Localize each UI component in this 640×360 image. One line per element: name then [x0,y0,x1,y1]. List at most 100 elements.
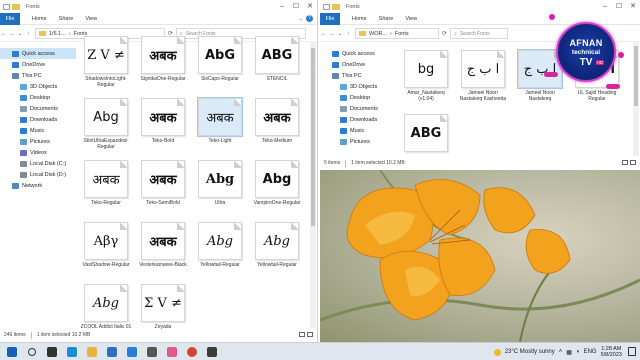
forward-arrow-icon[interactable]: → [328,31,336,37]
font-file-tile[interactable]: Abg StintUltraExpanded-Regular [80,98,132,160]
nav-item-this-pc[interactable]: This PC [320,70,396,81]
nav-item-3d-objects[interactable]: 3D Objects [320,81,396,92]
tab-view[interactable]: View [405,16,417,22]
vertical-scrollbar[interactable] [633,42,639,156]
font-file-tile[interactable]: Abg Ultra [194,160,246,222]
font-file-tile[interactable]: अबक Teko-Bold [137,98,189,160]
chrome-icon[interactable] [182,343,202,360]
forward-arrow-icon[interactable]: → [8,31,16,37]
breadcrumb-current[interactable]: Fonts [395,31,409,37]
scrollbar-thumb[interactable] [634,46,638,106]
network-icon[interactable]: ▦ [566,349,572,356]
up-arrow-icon[interactable]: ↑ [24,31,32,37]
nav-item-music[interactable]: Music [0,125,76,136]
nav-item-videos[interactable]: Videos [0,147,76,158]
edge-icon[interactable] [62,343,82,360]
recent-chevron-icon[interactable]: ⌄ [16,30,24,37]
tab-view[interactable]: View [85,16,97,22]
details-view-icon[interactable] [622,160,628,165]
tab-share[interactable]: Share [379,16,394,22]
nav-item-this-pc[interactable]: This PC [0,70,76,81]
properties-icon[interactable] [3,3,10,10]
font-file-tile[interactable]: bg Amar_Nastaleeq (v1.04) [400,50,452,112]
title-bar[interactable]: Fonts – ☐ ✕ [320,0,640,13]
nav-item-pictures[interactable]: Pictures [320,136,396,147]
details-view-icon[interactable] [299,332,305,337]
scrollbar-thumb[interactable] [311,48,315,226]
nav-item-local-disk-c[interactable]: Local Disk (C:) [0,158,76,169]
language-indicator[interactable]: ENG [584,349,597,355]
nav-item-local-disk-d[interactable]: Local Disk (D:) [0,169,76,180]
clock[interactable]: 1:28 AM 5/8/2023 [601,346,622,358]
nav-item-documents[interactable]: Documents [320,103,396,114]
tab-home[interactable]: Home [32,16,47,22]
font-file-tile[interactable]: अबक Teko-SemiBold [137,160,189,222]
back-arrow-icon[interactable]: ← [0,31,8,37]
font-file-tile[interactable]: Z V ≠ ShadowsIntoLight-Regular [80,36,132,98]
app-icon-1[interactable] [142,343,162,360]
nav-item-downloads[interactable]: Downloads [320,114,396,125]
font-file-tile[interactable]: Abg VampiroOne-Regular [251,160,303,222]
maximize-button[interactable]: ☐ [612,0,626,13]
large-icons-view-icon[interactable] [307,332,313,337]
search-box[interactable]: ⌕ Search Fonts [450,28,509,39]
title-bar[interactable]: Fonts – ☐ ✕ [0,0,317,13]
font-file-tile[interactable]: अबक SignikaOne-Regular [137,36,189,98]
notification-icon[interactable] [628,347,636,356]
tab-file[interactable]: File [0,12,20,25]
nav-item-downloads[interactable]: Downloads [0,114,76,125]
nav-item-3d-objects[interactable]: 3D Objects [0,81,76,92]
app-icon-3[interactable] [202,343,222,360]
nav-item-quick-access[interactable]: Quick access [0,48,76,59]
task-view-icon[interactable] [42,343,62,360]
font-file-tile[interactable]: अबक Vesterkamaree-Black [137,222,189,284]
nav-item-onedrive[interactable]: OneDrive [320,59,396,70]
breadcrumb-parent[interactable]: 1/6.1... [49,31,66,37]
nav-item-network[interactable]: Network [0,180,76,191]
font-file-tile[interactable]: AbG SixCaps-Regular [194,36,246,98]
maximize-button[interactable]: ☐ [289,0,303,13]
font-file-tile[interactable]: अबक Teko-Regular [80,160,132,222]
windows-start-icon[interactable] [2,343,22,360]
minimize-button[interactable]: – [275,0,289,13]
nav-item-documents[interactable]: Documents [0,103,76,114]
weather-icon[interactable] [493,348,501,356]
store-icon[interactable] [102,343,122,360]
mail-icon[interactable] [122,343,142,360]
tray-chevron-icon[interactable]: ˄ [559,349,563,355]
search-icon[interactable] [22,343,42,360]
font-file-tile[interactable]: ABG STENCIL [251,36,303,98]
recent-chevron-icon[interactable]: ⌄ [336,30,344,37]
close-button[interactable]: ✕ [303,0,317,13]
font-file-tile[interactable]: अबक Teko-Medium [251,98,303,160]
refresh-icon[interactable]: ⟳ [442,30,447,37]
large-icons-view-icon[interactable] [630,160,636,165]
tab-share[interactable]: Share [59,16,74,22]
font-file-tile[interactable]: Abg Yellowtail-Regular [194,222,246,284]
breadcrumb-parent[interactable]: WOR... [369,31,387,37]
app-icon-2[interactable] [162,343,182,360]
up-arrow-icon[interactable]: ↑ [344,31,352,37]
nav-item-onedrive[interactable]: OneDrive [0,59,76,70]
volume-icon[interactable]: ◖ [576,349,580,355]
file-explorer-icon[interactable] [82,343,102,360]
nav-item-desktop[interactable]: Desktop [320,92,396,103]
font-file-tile[interactable]: Aβγ VastShadow-Regular [80,222,132,284]
nav-item-music[interactable]: Music [320,125,396,136]
vertical-scrollbar[interactable] [310,42,316,328]
properties-icon[interactable] [323,3,330,10]
font-file-tile[interactable]: ا ب ج Jameel Noori Nastaleeq Kasheeda [457,50,509,112]
tab-home[interactable]: Home [352,16,367,22]
tab-file[interactable]: File [320,12,340,25]
font-file-tile[interactable]: अबक Teko-Light [194,97,246,160]
nav-item-desktop[interactable]: Desktop [0,92,76,103]
address-bar[interactable]: WOR... › Fonts [355,28,439,39]
nav-item-pictures[interactable]: Pictures [0,136,76,147]
weather-text[interactable]: 23°C Mostly sunny [505,349,555,355]
expand-ribbon-icon[interactable]: ⌄ [299,16,303,22]
nav-item-quick-access[interactable]: Quick access [320,48,396,59]
minimize-button[interactable]: – [598,0,612,13]
back-arrow-icon[interactable]: ← [320,31,328,37]
help-button[interactable]: ? [306,15,313,22]
close-button[interactable]: ✕ [626,0,640,13]
